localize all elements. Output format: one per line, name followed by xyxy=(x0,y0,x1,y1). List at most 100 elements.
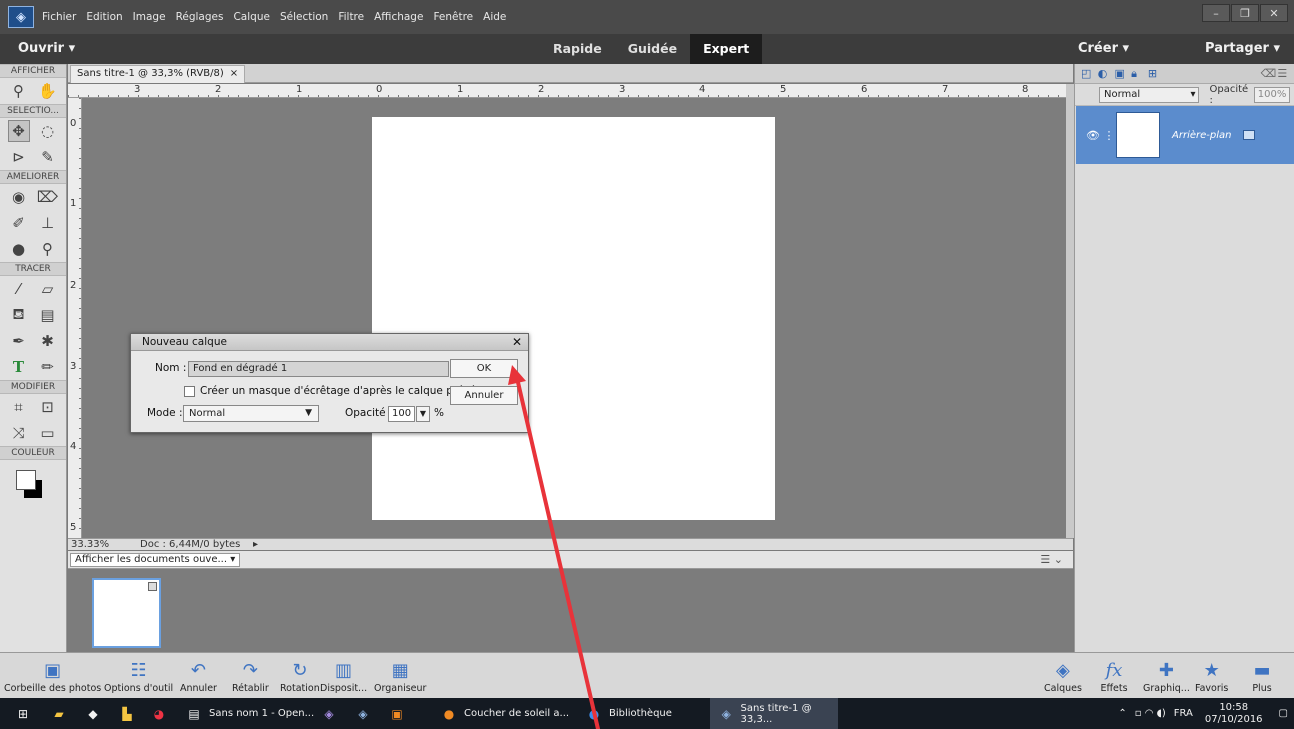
tray-chevron-icon[interactable]: ⌃ xyxy=(1118,708,1126,719)
straighten-tool-icon[interactable]: ▭ xyxy=(37,422,59,444)
clipping-mask-checkbox[interactable] xyxy=(184,386,195,397)
dialog-close-icon[interactable]: ✕ xyxy=(512,334,522,350)
layer-mask-icon[interactable]: ▣ xyxy=(1114,67,1131,80)
menu-adjustments[interactable]: Réglages xyxy=(176,11,224,23)
taskbar-pin[interactable]: ▙ xyxy=(118,698,142,729)
move-tool-icon[interactable]: ✥ xyxy=(7,120,30,142)
menu-layer[interactable]: Calque xyxy=(233,11,269,23)
clone-stamp-icon[interactable]: ⊥ xyxy=(37,212,59,234)
opacity-input[interactable]: 100 xyxy=(388,406,415,422)
photo-bin-button[interactable]: ▣ Corbeille des photos xyxy=(4,657,101,695)
graphics-button[interactable]: ✚ Graphiq... xyxy=(1143,657,1190,695)
close-icon[interactable]: ✕ xyxy=(1260,4,1288,22)
panel-menu-icon[interactable]: ☰ xyxy=(1277,67,1294,80)
menu-help[interactable]: Aide xyxy=(483,11,506,23)
notifications-icon[interactable]: ▢ xyxy=(1279,708,1288,719)
taskbar-app[interactable]: ● Coucher de soleil a... xyxy=(440,698,569,729)
mode-expert[interactable]: Expert xyxy=(690,34,763,64)
menu-file[interactable]: Fichier xyxy=(42,11,76,23)
mode-quick[interactable]: Rapide xyxy=(540,34,615,64)
taskbar-pin[interactable]: ▣ xyxy=(388,698,412,729)
paint-bucket-icon[interactable]: ⛾ xyxy=(8,304,30,326)
gradient-tool-icon[interactable]: ▤ xyxy=(37,304,59,326)
content-aware-move-icon[interactable]: ⤨ xyxy=(8,422,30,444)
marquee-tool-icon[interactable]: ◌ xyxy=(37,120,59,142)
zoom-level[interactable]: 33.33% xyxy=(71,539,109,550)
lock-icon[interactable]: 🔒︎ xyxy=(1131,67,1148,81)
menu-filter[interactable]: Filtre xyxy=(338,11,364,23)
new-adjustment-icon[interactable]: ◐ xyxy=(1098,67,1115,80)
open-button[interactable]: Ouvrir ▾ xyxy=(18,41,75,56)
taskbar-app-active[interactable]: ◈ Sans titre-1 @ 33,3... xyxy=(710,698,838,729)
foreground-color-swatch[interactable] xyxy=(16,470,36,490)
tab-close-icon[interactable]: × xyxy=(230,68,238,79)
show-open-docs-dropdown[interactable]: Afficher les documents ouve... ▾ xyxy=(70,553,241,567)
quick-selection-tool-icon[interactable]: ✎ xyxy=(37,146,59,168)
visibility-eye-icon[interactable]: 👁︎ ⋮ xyxy=(1076,129,1116,142)
lasso-tool-icon[interactable]: ⊳ xyxy=(8,146,30,168)
redo-button[interactable]: ↷ Rétablir xyxy=(232,657,269,695)
status-menu-arrow-icon[interactable]: ▸ xyxy=(253,539,258,550)
tray-icons[interactable]: ▫ ◠ ◖) xyxy=(1135,708,1166,719)
clock[interactable]: 10:58 07/10/2016 xyxy=(1205,702,1263,726)
restore-icon[interactable]: ❐ xyxy=(1231,4,1259,22)
zoom-tool-icon[interactable]: ⚲ xyxy=(8,80,30,102)
rotate-button[interactable]: ↻ Rotation xyxy=(280,657,320,695)
eraser-tool-icon[interactable]: ▱ xyxy=(37,278,59,300)
undo-button[interactable]: ↶ Annuler xyxy=(180,657,217,695)
favorites-button[interactable]: ★ Favoris xyxy=(1195,657,1228,695)
menu-window[interactable]: Fenêtre xyxy=(433,11,473,23)
canvas-area[interactable] xyxy=(82,98,1073,538)
sponge-tool-icon[interactable]: ⚲ xyxy=(37,238,59,260)
eyedropper-icon[interactable]: ✒ xyxy=(8,330,30,352)
layers-button[interactable]: ◈ Calques xyxy=(1044,657,1082,695)
taskbar-pin[interactable]: ◕ xyxy=(150,698,174,729)
hand-tool-icon[interactable]: ✋ xyxy=(37,80,59,102)
taskbar-pin[interactable]: ◈ xyxy=(320,698,344,729)
color-swatches[interactable] xyxy=(0,460,66,510)
custom-shape-icon[interactable]: ✱ xyxy=(37,330,59,352)
crop-tool-icon[interactable]: ⌗ xyxy=(8,396,30,418)
opacity-slider-button[interactable]: ▼ xyxy=(416,406,430,422)
app-logo-icon[interactable]: ◈ xyxy=(8,6,34,28)
taskbar-pin[interactable]: ▰ xyxy=(50,698,74,729)
effects-button[interactable]: fx Effets xyxy=(1100,657,1128,695)
document-canvas[interactable] xyxy=(372,117,775,520)
organizer-button[interactable]: ▦ Organiseur xyxy=(374,657,426,695)
taskbar-app[interactable]: ● Bibliothèque xyxy=(585,698,672,729)
opacity-value[interactable]: 100% xyxy=(1253,86,1290,103)
menu-select[interactable]: Sélection xyxy=(280,11,328,23)
mode-select[interactable]: Normal ▼ xyxy=(183,405,319,422)
tool-options-button[interactable]: ☷ Options d'outil xyxy=(104,657,173,695)
cancel-button[interactable]: Annuler xyxy=(450,386,518,405)
blend-mode-select[interactable]: Normal ▾ xyxy=(1099,86,1200,103)
menu-view[interactable]: Affichage xyxy=(374,11,423,23)
taskbar-pin[interactable]: ◈ xyxy=(354,698,378,729)
menu-edit[interactable]: Edition xyxy=(86,11,122,23)
trash-icon[interactable]: ⌫ xyxy=(1261,67,1278,80)
taskbar-pin[interactable]: ◆ xyxy=(84,698,108,729)
minimize-icon[interactable]: – xyxy=(1202,4,1230,22)
start-button[interactable]: ⊞ xyxy=(14,698,38,729)
healing-brush-icon[interactable]: ⌦ xyxy=(37,186,59,208)
red-eye-tool-icon[interactable]: ◉ xyxy=(8,186,30,208)
type-tool-icon[interactable]: T xyxy=(8,356,30,378)
mode-guided[interactable]: Guidée xyxy=(615,34,690,64)
taskbar-app[interactable]: ▤ Sans nom 1 - Open... xyxy=(185,698,314,729)
pencil-tool-icon[interactable]: ✏ xyxy=(37,356,59,378)
new-layer-icon[interactable]: ◰ xyxy=(1081,67,1098,80)
create-button[interactable]: Créer ▾ xyxy=(1040,41,1129,56)
brush-tool-icon[interactable]: ⁄ xyxy=(8,278,30,300)
blur-tool-icon[interactable]: ● xyxy=(8,238,30,260)
layer-row[interactable]: 👁︎ ⋮ Arrière-plan xyxy=(1076,106,1294,164)
bin-options-icon[interactable]: ☰ ⌄ xyxy=(1040,553,1063,566)
ok-button[interactable]: OK xyxy=(450,359,518,378)
layer-name-input[interactable]: Fond en dégradé 1 xyxy=(188,361,449,377)
layout-button[interactable]: ▥ Disposit... xyxy=(320,657,367,695)
document-thumbnail[interactable] xyxy=(92,578,161,648)
lock-all-icon[interactable]: ⊞ xyxy=(1148,67,1165,80)
smart-brush-icon[interactable]: ✐ xyxy=(8,212,30,234)
share-button[interactable]: Partager ▾ xyxy=(1167,41,1280,56)
language-indicator[interactable]: FRA xyxy=(1174,708,1193,719)
more-button[interactable]: ▬ Plus xyxy=(1248,657,1276,695)
